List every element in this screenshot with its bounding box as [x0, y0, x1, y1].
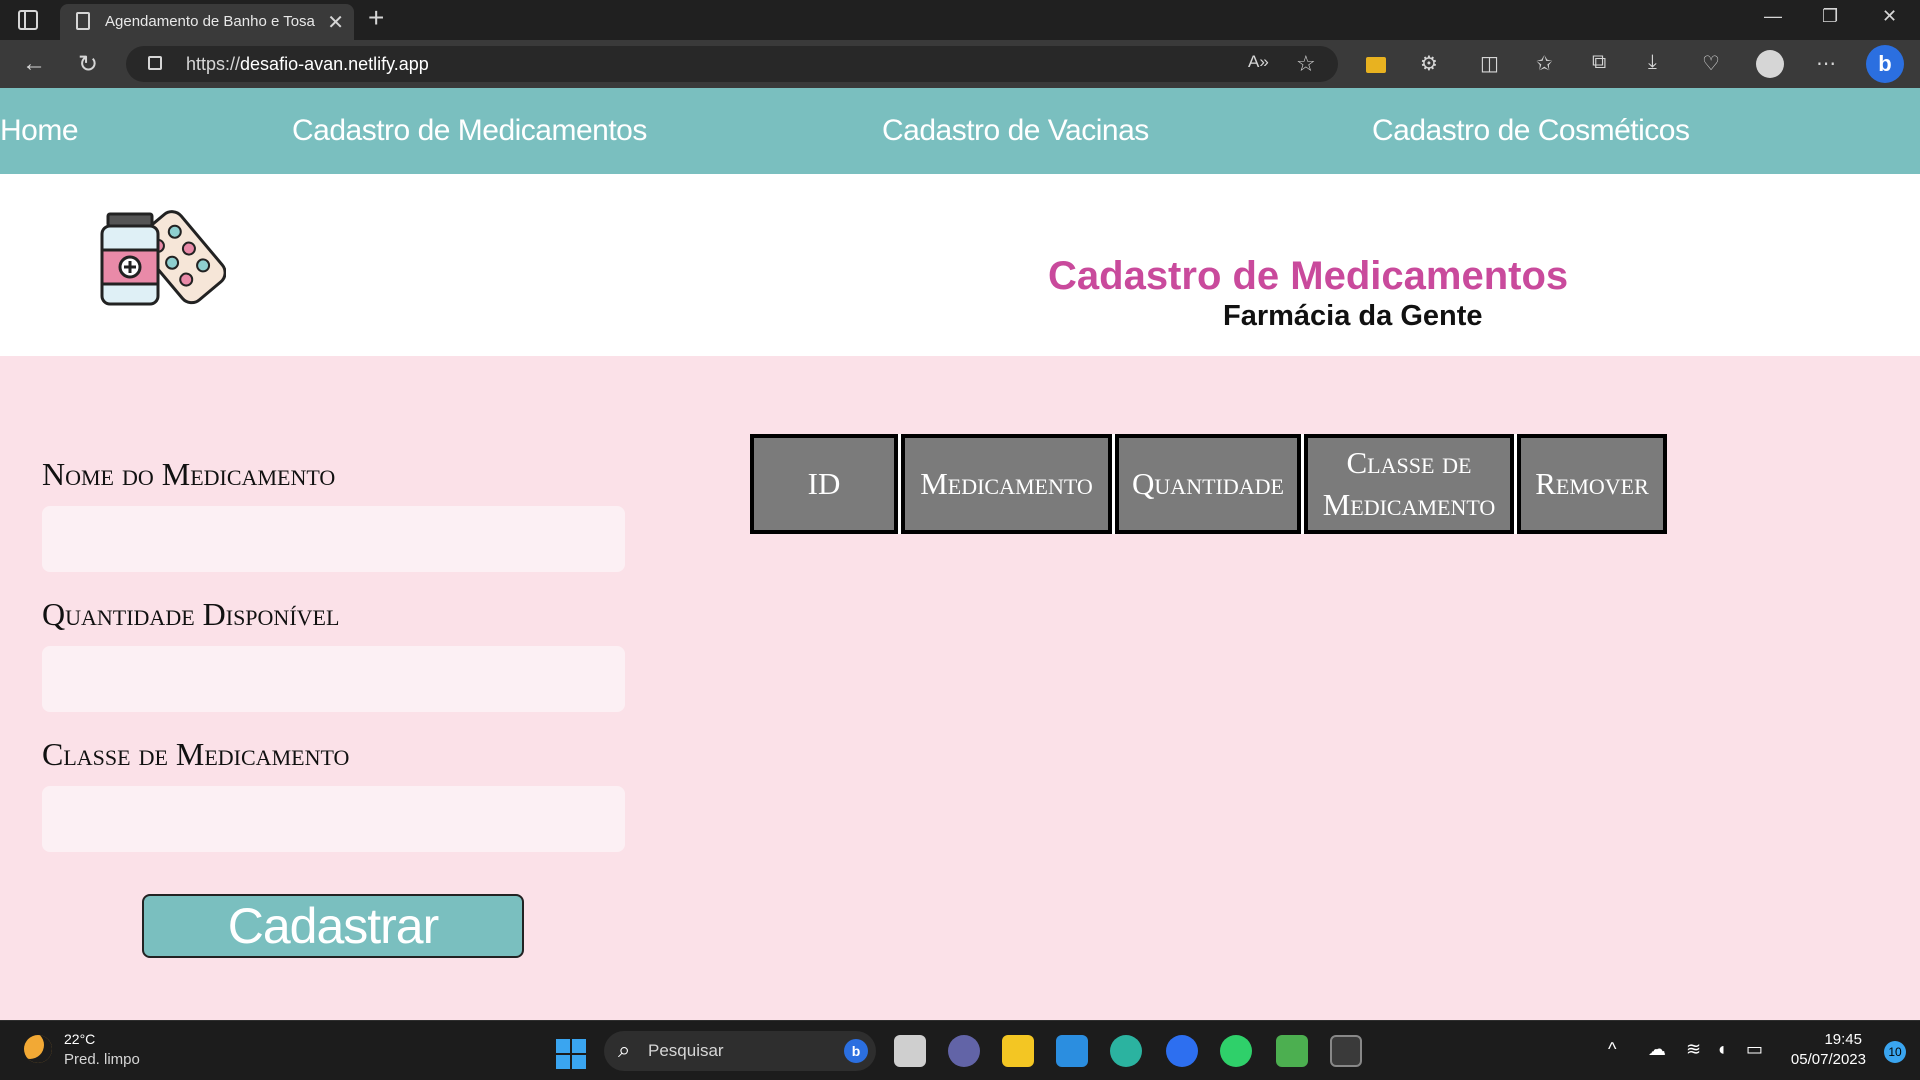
- collections-icon[interactable]: ⧉: [1592, 51, 1606, 74]
- weather-desc[interactable]: Pred. limpo: [64, 1051, 140, 1068]
- page-icon: [76, 12, 90, 30]
- page-header: Cadastro de Medicamentos Farmácia da Gen…: [0, 174, 1920, 356]
- page: Home Cadastro de Medicamentos Cadastro d…: [0, 88, 1920, 1020]
- more-icon[interactable]: ⋯: [1816, 51, 1836, 76]
- node-icon[interactable]: [1276, 1035, 1308, 1067]
- nome-medicamento-label: Nome do Medicamento: [42, 456, 336, 492]
- bing-icon[interactable]: b: [1866, 45, 1904, 83]
- minimize-icon[interactable]: —: [1764, 6, 1782, 27]
- terminal-icon[interactable]: [1330, 1035, 1362, 1067]
- restore-icon[interactable]: ❐: [1822, 6, 1838, 27]
- tab-title: Agendamento de Banho e Tosa: [105, 13, 315, 30]
- lock-icon[interactable]: [148, 56, 162, 70]
- nav-home[interactable]: Home: [0, 114, 79, 148]
- col-header-classe: Classe de Medicamento: [1304, 434, 1514, 534]
- browser-tab-bar: Agendamento de Banho e Tosa ✕ + — ❐ ✕: [0, 0, 1920, 40]
- extension-badge-icon[interactable]: [1366, 57, 1386, 73]
- favorite-star-icon[interactable]: ☆: [1296, 51, 1316, 77]
- url-host: desafio-avan.netlify.app: [240, 54, 429, 74]
- medicamentos-table-header: ID Medicamento Quantidade Classe de Medi…: [750, 434, 1667, 534]
- tray-chevron-icon[interactable]: ^: [1608, 1039, 1616, 1060]
- medicine-bottle-pills-icon: [100, 210, 226, 306]
- page-title: Cadastro de Medicamentos: [1048, 254, 1569, 298]
- read-aloud-icon[interactable]: A»: [1248, 52, 1269, 72]
- teams-chat-icon[interactable]: [948, 1035, 980, 1067]
- health-icon[interactable]: ♡: [1702, 51, 1720, 76]
- taskbar-search[interactable]: ⌕ Pesquisar b: [604, 1031, 876, 1071]
- nav-cadastro-vacinas[interactable]: Cadastro de Vacinas: [882, 114, 1149, 148]
- profile-icon[interactable]: [1756, 50, 1784, 78]
- col-header-medicamento: Medicamento: [901, 434, 1112, 534]
- col-header-quantidade: Quantidade: [1115, 434, 1301, 534]
- back-icon[interactable]: ←: [22, 50, 46, 78]
- edge-icon[interactable]: [1110, 1035, 1142, 1067]
- battery-icon[interactable]: ▭: [1746, 1039, 1763, 1060]
- col-header-remover: Remover: [1517, 434, 1667, 534]
- classe-medicamento-input[interactable]: [42, 786, 625, 852]
- zoom-icon[interactable]: [1166, 1035, 1198, 1067]
- classe-medicamento-label: Classe de Medicamento: [42, 736, 350, 772]
- col-header-id: ID: [750, 434, 898, 534]
- nav-cadastro-cosmeticos[interactable]: Cadastro de Cosméticos: [1372, 114, 1690, 148]
- browser-tab[interactable]: Agendamento de Banho e Tosa ✕: [60, 4, 354, 40]
- new-tab-icon[interactable]: +: [368, 2, 384, 34]
- cadastrar-button[interactable]: Cadastrar: [142, 894, 524, 958]
- close-window-icon[interactable]: ✕: [1882, 6, 1897, 27]
- top-nav: Home Cadastro de Medicamentos Cadastro d…: [0, 88, 1920, 174]
- start-icon[interactable]: [556, 1039, 586, 1069]
- onedrive-icon[interactable]: ☁: [1648, 1039, 1666, 1060]
- page-subtitle: Farmácia da Gente: [1223, 300, 1483, 332]
- address-bar: ← ↻ https://desafio-avan.netlify.app A» …: [0, 40, 1920, 88]
- tab-actions-icon[interactable]: [18, 10, 38, 30]
- task-view-icon[interactable]: [894, 1035, 926, 1067]
- search-icon: ⌕: [618, 1037, 631, 1062]
- tab-close-icon[interactable]: ✕: [327, 10, 344, 35]
- url-text: https://desafio-avan.netlify.app: [186, 54, 429, 75]
- favorites-icon[interactable]: ✩: [1536, 51, 1553, 76]
- url-field[interactable]: https://desafio-avan.netlify.app A» ☆: [126, 46, 1338, 82]
- volume-icon[interactable]: ◖: [1716, 1039, 1727, 1060]
- notification-badge[interactable]: 10: [1884, 1041, 1906, 1063]
- search-placeholder: Pesquisar: [648, 1041, 724, 1060]
- whatsapp-icon[interactable]: [1220, 1035, 1252, 1067]
- refresh-icon[interactable]: ↻: [78, 50, 98, 79]
- clock-date[interactable]: 05/07/2023: [1791, 1051, 1866, 1068]
- extension-icon[interactable]: ⚙: [1420, 51, 1438, 76]
- quantidade-disponivel-label: Quantidade Disponível: [42, 596, 340, 632]
- quantidade-disponivel-input[interactable]: [42, 646, 625, 712]
- nav-cadastro-medicamentos[interactable]: Cadastro de Medicamentos: [292, 114, 647, 148]
- wifi-icon[interactable]: ≋: [1686, 1039, 1701, 1060]
- nome-medicamento-input[interactable]: [42, 506, 625, 572]
- clock-time[interactable]: 19:45: [1824, 1031, 1862, 1048]
- vscode-icon[interactable]: [1056, 1035, 1088, 1067]
- split-screen-icon[interactable]: ◫: [1480, 51, 1499, 76]
- download-icon[interactable]: ⤓: [1648, 51, 1657, 74]
- weather-moon-icon[interactable]: [24, 1035, 52, 1063]
- bing-search-icon[interactable]: b: [844, 1039, 868, 1063]
- weather-temp[interactable]: 22°C: [64, 1031, 95, 1047]
- url-scheme: https://: [186, 54, 241, 74]
- taskbar: 22°C Pred. limpo ⌕ Pesquisar b ^ ☁ ≋ ◖ ▭…: [0, 1020, 1920, 1080]
- file-explorer-icon[interactable]: [1002, 1035, 1034, 1067]
